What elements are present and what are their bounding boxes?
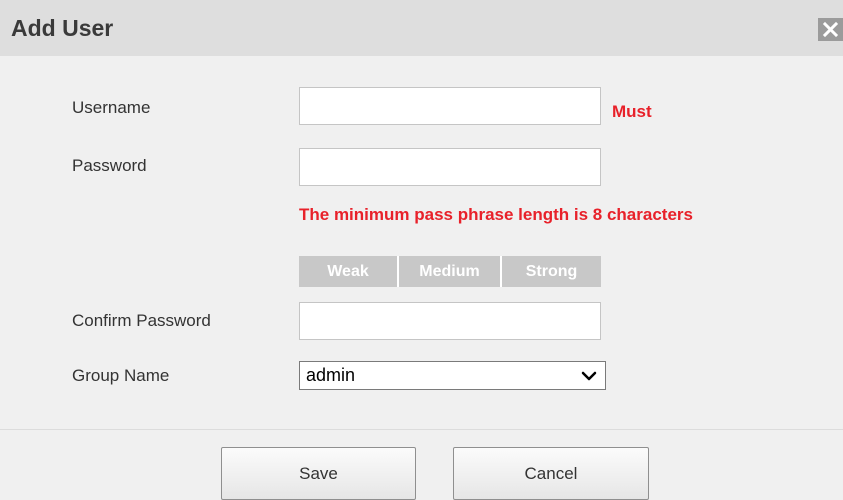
- dialog-title-bar: Add User: [0, 0, 843, 56]
- save-button[interactable]: Save: [221, 447, 416, 500]
- password-input[interactable]: [299, 148, 601, 186]
- group-name-selected: admin: [306, 365, 356, 385]
- chevron-down-icon: [581, 371, 597, 381]
- password-strength-meter: Weak Medium Strong: [299, 256, 601, 287]
- confirm-password-label: Confirm Password: [72, 311, 211, 330]
- required-indicator: Must: [612, 102, 652, 121]
- group-name-select[interactable]: admin: [299, 361, 606, 390]
- close-button[interactable]: [818, 18, 843, 41]
- dialog-footer: Save Cancel: [0, 429, 843, 500]
- group-name-label: Group Name: [72, 366, 170, 385]
- dialog-title: Add User: [11, 15, 114, 41]
- password-length-hint: The minimum pass phrase length is 8 char…: [299, 205, 693, 224]
- confirm-password-input[interactable]: [299, 302, 601, 340]
- cancel-button[interactable]: Cancel: [453, 447, 649, 500]
- add-user-dialog: Add User Username Must Password The mini…: [0, 0, 843, 500]
- strength-strong: Strong: [500, 256, 601, 287]
- close-icon: [822, 21, 839, 38]
- password-label: Password: [72, 156, 147, 175]
- username-input[interactable]: [299, 87, 601, 125]
- strength-weak: Weak: [299, 256, 397, 287]
- strength-medium: Medium: [397, 256, 500, 287]
- username-label: Username: [72, 98, 151, 117]
